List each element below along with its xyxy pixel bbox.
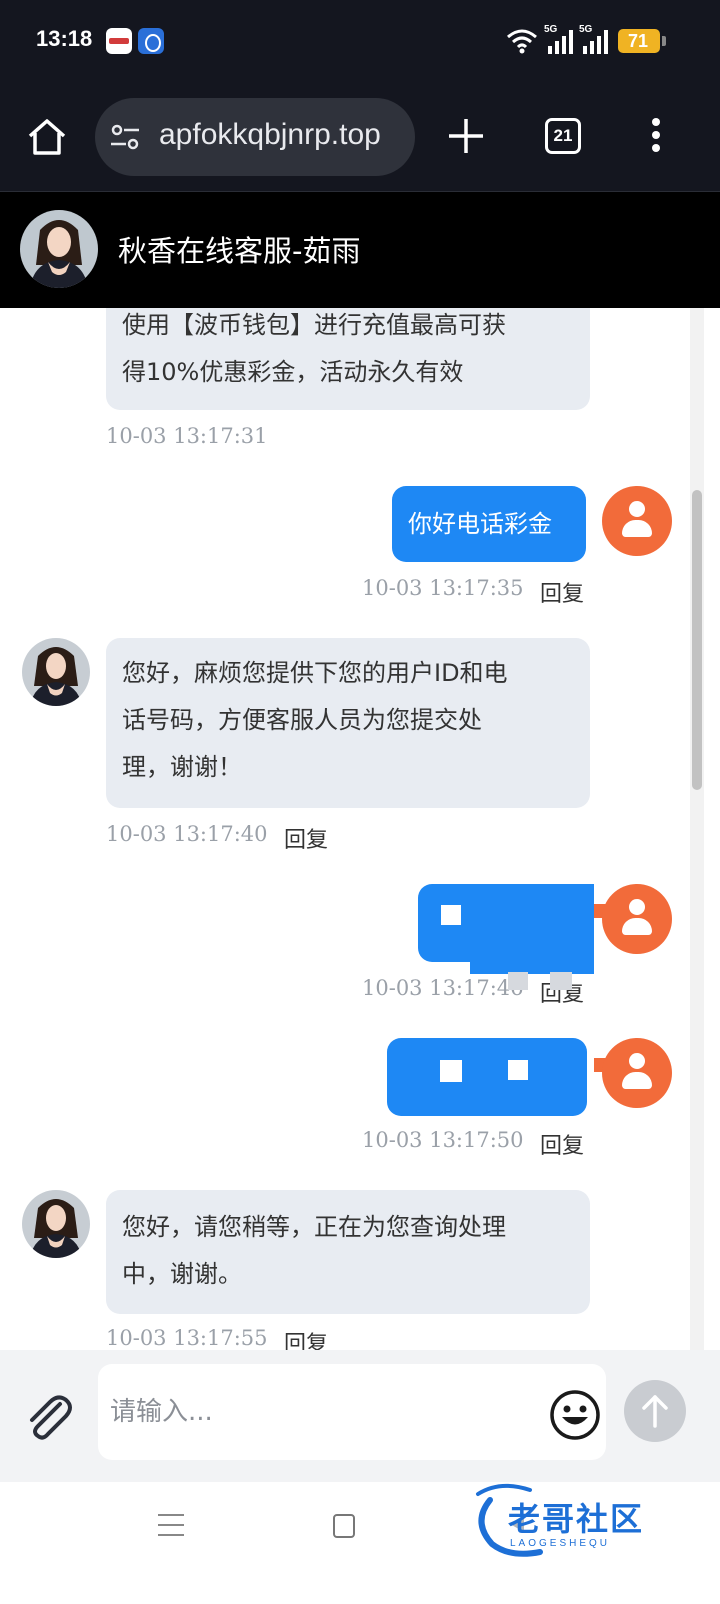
redaction-block [508,1060,528,1080]
home-button[interactable] [333,1514,355,1538]
message-input[interactable] [98,1364,606,1460]
tab-switcher-button[interactable]: 21 [545,118,581,154]
message-timestamp: 10-03 13:17:55 [106,1326,268,1350]
user-message-bubble-redacted [387,1038,587,1116]
redaction-block [508,972,528,990]
cell-signal-icon: 5G [579,24,608,54]
reply-link[interactable]: 回复 [540,576,584,608]
reply-link[interactable]: 回复 [540,1128,584,1160]
recent-apps-button[interactable] [158,1514,184,1540]
watermark-subtitle: LAOGESHEQU [510,1538,611,1549]
status-indicators: 5G 5G 71 [506,24,666,58]
redaction-block [470,908,580,972]
attachment-icon[interactable] [22,1390,76,1444]
emoji-icon[interactable] [548,1388,602,1442]
watermark-title: 老哥社区 [508,1500,645,1538]
site-settings-icon[interactable] [109,122,141,152]
agent-message-bubble: 您好，麻烦您提供下您的用户ID和电 话号码，方便客服人员为您提交处 理，谢谢！ [106,638,590,808]
user-message-bubble: 你好电话彩金 [392,486,586,562]
reply-link[interactable]: 回复 [284,822,328,854]
user-avatar [602,1038,672,1108]
message-timestamp: 10-03 13:17:46 [362,976,524,1000]
arrow-up-icon [642,1395,668,1428]
system-navigation-bar: 老哥社区 LAOGESHEQU [0,1482,720,1604]
home-icon[interactable] [26,116,68,158]
chat-header: 秋香在线客服-茹雨 [0,192,720,308]
redaction-block [440,1060,462,1082]
chat-message-list[interactable]: 使用【波币钱包】进行充值最高可获 得10%优惠彩金，活动永久有效 10-03 1… [0,308,720,1350]
message-timestamp: 10-03 13:17:40 [106,822,268,846]
user-avatar [602,884,672,954]
agent-message-bubble: 您好，请您稍等，正在为您查询处理 中，谢谢。 [106,1190,590,1314]
user-avatar [602,486,672,556]
address-bar[interactable]: apfokkqbjnrp.top [95,98,415,176]
agent-message-bubble: 使用【波币钱包】进行充值最高可获 得10%优惠彩金，活动永久有效 [106,308,590,410]
reply-link[interactable]: 回复 [284,1326,328,1350]
status-bar: 13:18 5G 5G 71 [0,0,720,84]
send-button[interactable] [624,1380,686,1442]
status-time: 13:18 [36,26,93,51]
more-menu-icon[interactable] [650,118,662,154]
scrollbar-thumb[interactable] [692,490,702,790]
cell-signal-icon: 5G [544,24,573,54]
wifi-icon [507,29,537,54]
new-tab-icon[interactable] [446,116,486,156]
agent-avatar [22,638,90,706]
message-timestamp: 10-03 13:17:50 [362,1128,524,1152]
redaction-block [550,972,572,990]
message-timestamp: 10-03 13:17:35 [362,576,524,600]
battery-indicator: 71 [618,29,666,53]
url-text: apfokkqbjnrp.top [159,118,381,151]
redaction-block [441,905,461,925]
message-timestamp: 10-03 13:17:31 [106,424,268,448]
browser-toolbar: apfokkqbjnrp.top 21 [0,84,720,192]
agent-avatar [22,1190,90,1258]
app-notification-icon [106,28,132,54]
message-input-bar [0,1350,720,1482]
scrollbar-track[interactable] [690,308,704,1350]
app-notification-icon [138,28,164,54]
chat-title: 秋香在线客服-茹雨 [118,234,361,268]
agent-avatar [20,210,98,288]
